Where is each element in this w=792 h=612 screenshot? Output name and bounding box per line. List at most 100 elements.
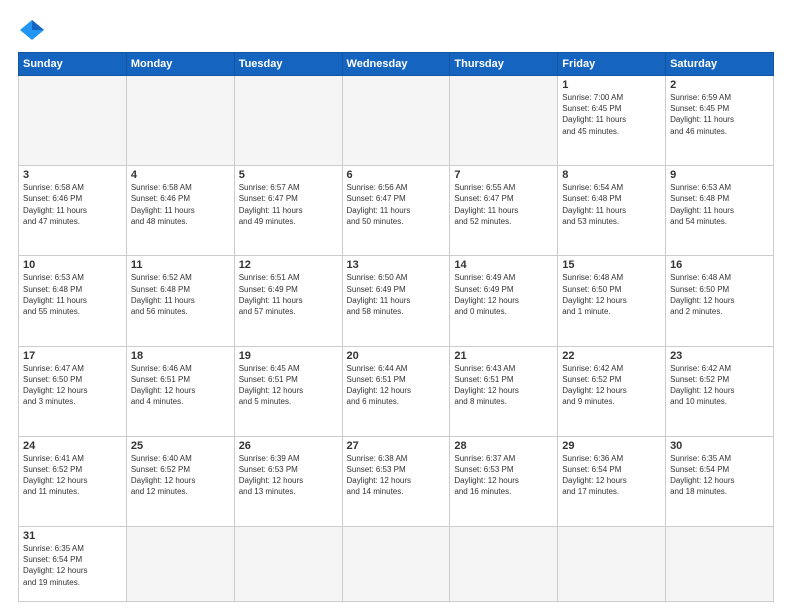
day-info: Sunrise: 6:43 AM Sunset: 6:51 PM Dayligh… [454, 363, 553, 408]
calendar-cell [558, 527, 666, 602]
calendar-cell: 3Sunrise: 6:58 AM Sunset: 6:46 PM Daylig… [19, 166, 127, 256]
day-info: Sunrise: 6:47 AM Sunset: 6:50 PM Dayligh… [23, 363, 122, 408]
day-info: Sunrise: 6:41 AM Sunset: 6:52 PM Dayligh… [23, 453, 122, 498]
calendar-cell [342, 76, 450, 166]
day-info: Sunrise: 6:35 AM Sunset: 6:54 PM Dayligh… [670, 453, 769, 498]
day-number: 17 [23, 350, 122, 362]
calendar-cell: 28Sunrise: 6:37 AM Sunset: 6:53 PM Dayli… [450, 436, 558, 526]
day-info: Sunrise: 7:00 AM Sunset: 6:45 PM Dayligh… [562, 92, 661, 137]
calendar-cell: 6Sunrise: 6:56 AM Sunset: 6:47 PM Daylig… [342, 166, 450, 256]
calendar-cell: 8Sunrise: 6:54 AM Sunset: 6:48 PM Daylig… [558, 166, 666, 256]
calendar-cell: 14Sunrise: 6:49 AM Sunset: 6:49 PM Dayli… [450, 256, 558, 346]
day-info: Sunrise: 6:51 AM Sunset: 6:49 PM Dayligh… [239, 272, 338, 317]
calendar-week-1: 1Sunrise: 7:00 AM Sunset: 6:45 PM Daylig… [19, 76, 774, 166]
calendar-week-5: 24Sunrise: 6:41 AM Sunset: 6:52 PM Dayli… [19, 436, 774, 526]
day-info: Sunrise: 6:44 AM Sunset: 6:51 PM Dayligh… [347, 363, 446, 408]
day-number: 29 [562, 440, 661, 452]
day-number: 4 [131, 169, 230, 181]
day-info: Sunrise: 6:55 AM Sunset: 6:47 PM Dayligh… [454, 182, 553, 227]
day-number: 30 [670, 440, 769, 452]
day-number: 3 [23, 169, 122, 181]
day-number: 26 [239, 440, 338, 452]
day-info: Sunrise: 6:56 AM Sunset: 6:47 PM Dayligh… [347, 182, 446, 227]
day-header-saturday: Saturday [666, 53, 774, 76]
calendar-cell: 2Sunrise: 6:59 AM Sunset: 6:45 PM Daylig… [666, 76, 774, 166]
calendar-cell [126, 527, 234, 602]
day-number: 15 [562, 259, 661, 271]
calendar-cell: 11Sunrise: 6:52 AM Sunset: 6:48 PM Dayli… [126, 256, 234, 346]
day-info: Sunrise: 6:40 AM Sunset: 6:52 PM Dayligh… [131, 453, 230, 498]
day-info: Sunrise: 6:50 AM Sunset: 6:49 PM Dayligh… [347, 272, 446, 317]
logo [18, 16, 50, 44]
day-info: Sunrise: 6:38 AM Sunset: 6:53 PM Dayligh… [347, 453, 446, 498]
day-number: 31 [23, 530, 122, 542]
calendar-cell: 25Sunrise: 6:40 AM Sunset: 6:52 PM Dayli… [126, 436, 234, 526]
day-info: Sunrise: 6:58 AM Sunset: 6:46 PM Dayligh… [23, 182, 122, 227]
day-info: Sunrise: 6:57 AM Sunset: 6:47 PM Dayligh… [239, 182, 338, 227]
day-info: Sunrise: 6:59 AM Sunset: 6:45 PM Dayligh… [670, 92, 769, 137]
day-number: 10 [23, 259, 122, 271]
day-info: Sunrise: 6:54 AM Sunset: 6:48 PM Dayligh… [562, 182, 661, 227]
day-info: Sunrise: 6:45 AM Sunset: 6:51 PM Dayligh… [239, 363, 338, 408]
calendar-cell: 31Sunrise: 6:35 AM Sunset: 6:54 PM Dayli… [19, 527, 127, 602]
day-number: 8 [562, 169, 661, 181]
calendar-table: SundayMondayTuesdayWednesdayThursdayFrid… [18, 52, 774, 602]
day-info: Sunrise: 6:37 AM Sunset: 6:53 PM Dayligh… [454, 453, 553, 498]
logo-icon [18, 16, 46, 44]
day-info: Sunrise: 6:48 AM Sunset: 6:50 PM Dayligh… [562, 272, 661, 317]
calendar-cell: 22Sunrise: 6:42 AM Sunset: 6:52 PM Dayli… [558, 346, 666, 436]
calendar-cell: 17Sunrise: 6:47 AM Sunset: 6:50 PM Dayli… [19, 346, 127, 436]
calendar-cell: 7Sunrise: 6:55 AM Sunset: 6:47 PM Daylig… [450, 166, 558, 256]
calendar-cell [126, 76, 234, 166]
calendar-cell: 5Sunrise: 6:57 AM Sunset: 6:47 PM Daylig… [234, 166, 342, 256]
calendar-cell: 15Sunrise: 6:48 AM Sunset: 6:50 PM Dayli… [558, 256, 666, 346]
calendar-cell [234, 527, 342, 602]
calendar-cell [234, 76, 342, 166]
calendar-week-3: 10Sunrise: 6:53 AM Sunset: 6:48 PM Dayli… [19, 256, 774, 346]
day-info: Sunrise: 6:46 AM Sunset: 6:51 PM Dayligh… [131, 363, 230, 408]
calendar-cell: 10Sunrise: 6:53 AM Sunset: 6:48 PM Dayli… [19, 256, 127, 346]
day-number: 18 [131, 350, 230, 362]
day-number: 25 [131, 440, 230, 452]
day-number: 19 [239, 350, 338, 362]
calendar-cell: 19Sunrise: 6:45 AM Sunset: 6:51 PM Dayli… [234, 346, 342, 436]
calendar-cell [342, 527, 450, 602]
days-header-row: SundayMondayTuesdayWednesdayThursdayFrid… [19, 53, 774, 76]
day-number: 21 [454, 350, 553, 362]
calendar-week-4: 17Sunrise: 6:47 AM Sunset: 6:50 PM Dayli… [19, 346, 774, 436]
calendar-cell [450, 527, 558, 602]
calendar-cell: 21Sunrise: 6:43 AM Sunset: 6:51 PM Dayli… [450, 346, 558, 436]
day-header-monday: Monday [126, 53, 234, 76]
day-header-wednesday: Wednesday [342, 53, 450, 76]
calendar-cell: 26Sunrise: 6:39 AM Sunset: 6:53 PM Dayli… [234, 436, 342, 526]
day-info: Sunrise: 6:42 AM Sunset: 6:52 PM Dayligh… [562, 363, 661, 408]
day-number: 28 [454, 440, 553, 452]
day-number: 1 [562, 79, 661, 91]
day-header-thursday: Thursday [450, 53, 558, 76]
day-info: Sunrise: 6:42 AM Sunset: 6:52 PM Dayligh… [670, 363, 769, 408]
calendar-cell: 12Sunrise: 6:51 AM Sunset: 6:49 PM Dayli… [234, 256, 342, 346]
day-number: 7 [454, 169, 553, 181]
calendar-cell: 30Sunrise: 6:35 AM Sunset: 6:54 PM Dayli… [666, 436, 774, 526]
calendar-cell: 29Sunrise: 6:36 AM Sunset: 6:54 PM Dayli… [558, 436, 666, 526]
day-header-friday: Friday [558, 53, 666, 76]
calendar-cell: 24Sunrise: 6:41 AM Sunset: 6:52 PM Dayli… [19, 436, 127, 526]
day-info: Sunrise: 6:39 AM Sunset: 6:53 PM Dayligh… [239, 453, 338, 498]
calendar-week-6: 31Sunrise: 6:35 AM Sunset: 6:54 PM Dayli… [19, 527, 774, 602]
day-number: 23 [670, 350, 769, 362]
day-number: 13 [347, 259, 446, 271]
calendar-cell: 27Sunrise: 6:38 AM Sunset: 6:53 PM Dayli… [342, 436, 450, 526]
day-number: 5 [239, 169, 338, 181]
day-info: Sunrise: 6:48 AM Sunset: 6:50 PM Dayligh… [670, 272, 769, 317]
day-number: 22 [562, 350, 661, 362]
day-header-tuesday: Tuesday [234, 53, 342, 76]
calendar-cell: 16Sunrise: 6:48 AM Sunset: 6:50 PM Dayli… [666, 256, 774, 346]
calendar-cell: 20Sunrise: 6:44 AM Sunset: 6:51 PM Dayli… [342, 346, 450, 436]
calendar-cell: 13Sunrise: 6:50 AM Sunset: 6:49 PM Dayli… [342, 256, 450, 346]
day-info: Sunrise: 6:35 AM Sunset: 6:54 PM Dayligh… [23, 543, 122, 588]
calendar-cell [450, 76, 558, 166]
day-info: Sunrise: 6:36 AM Sunset: 6:54 PM Dayligh… [562, 453, 661, 498]
calendar-cell [19, 76, 127, 166]
page: SundayMondayTuesdayWednesdayThursdayFrid… [0, 0, 792, 612]
day-number: 2 [670, 79, 769, 91]
